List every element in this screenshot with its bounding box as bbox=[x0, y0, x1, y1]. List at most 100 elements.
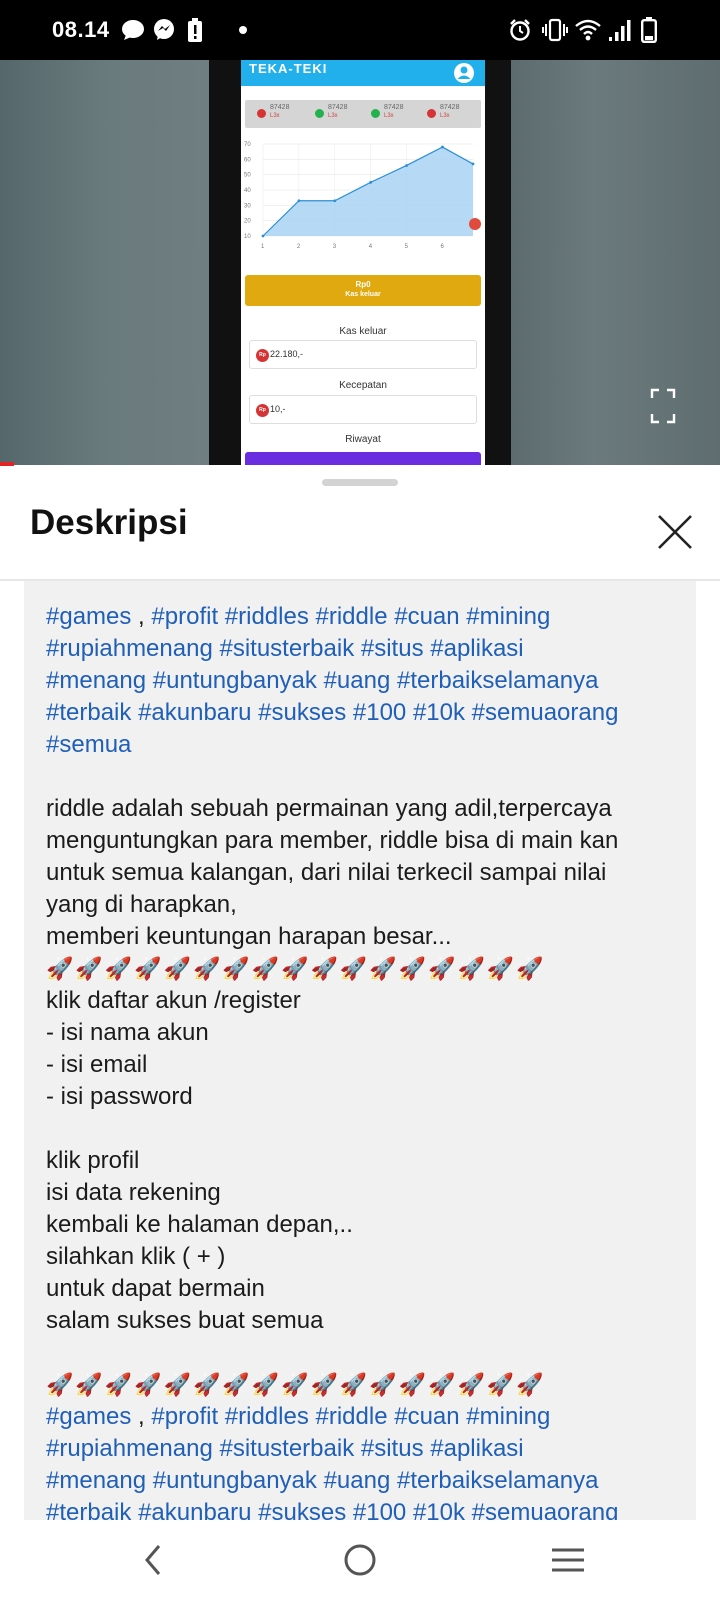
hashtag-link[interactable]: #untungbanyak bbox=[153, 667, 317, 694]
hashtag-link[interactable]: #sukses bbox=[258, 1499, 346, 1521]
hashtag-link[interactable]: #aplikasi bbox=[430, 635, 523, 662]
close-icon[interactable] bbox=[656, 513, 694, 551]
hashtag-line: #terbaik #akunbaru #sukses #100 #10k #se… bbox=[46, 1497, 686, 1521]
drag-handle[interactable] bbox=[322, 479, 398, 486]
ticker-dot bbox=[427, 109, 436, 118]
hashtag-link[interactable]: #profit bbox=[151, 1403, 218, 1430]
dot-icon bbox=[238, 18, 248, 42]
hashtag-line: #terbaik #akunbaru #sukses #100 #10k #se… bbox=[46, 697, 686, 729]
hashtag-link[interactable]: #riddles bbox=[225, 1403, 309, 1430]
separator-text bbox=[465, 699, 472, 726]
history-button[interactable] bbox=[245, 452, 481, 465]
hashtag-link[interactable]: #terbaikselamanya bbox=[397, 667, 598, 694]
hashtag-link[interactable]: #terbaik bbox=[46, 1499, 131, 1521]
hashtag-link[interactable]: #mining bbox=[466, 603, 550, 630]
separator-text bbox=[354, 635, 361, 662]
price-ticker: 87428 L3x 87428 L3x 87428 L3x 87428 L3x bbox=[245, 100, 481, 128]
battery-icon bbox=[640, 17, 658, 43]
area-fill bbox=[263, 147, 473, 236]
hashtag-line: #rupiahmenang #situsterbaik #situs #apli… bbox=[46, 1433, 686, 1465]
hashtag-link[interactable]: #aplikasi bbox=[430, 1435, 523, 1462]
hashtag-link[interactable]: #10k bbox=[413, 699, 465, 726]
hashtag-link[interactable]: #cuan bbox=[394, 1403, 459, 1430]
ticker-dot bbox=[257, 109, 266, 118]
hashtag-link[interactable]: #situsterbaik bbox=[219, 1435, 354, 1462]
video-background bbox=[510, 60, 720, 465]
hashtag-link[interactable]: #riddle bbox=[316, 1403, 388, 1430]
hashtag-link[interactable]: #sukses bbox=[258, 699, 346, 726]
messenger-icon bbox=[151, 18, 177, 42]
app-title: TEKA-TEKI bbox=[249, 61, 328, 76]
recents-icon[interactable] bbox=[546, 1540, 590, 1580]
profile-icon bbox=[453, 62, 475, 84]
hashtag-link[interactable]: #menang bbox=[46, 1467, 146, 1494]
data-point bbox=[333, 199, 337, 203]
hashtag-link[interactable]: #games bbox=[46, 1403, 131, 1430]
hashtag-link[interactable]: #profit bbox=[151, 603, 218, 630]
battery-alert-icon bbox=[186, 18, 204, 42]
hashtag-link[interactable]: #terbaikselamanya bbox=[397, 1467, 598, 1494]
ticker-value: 87428 bbox=[384, 104, 404, 111]
back-icon[interactable] bbox=[131, 1540, 175, 1580]
hashtag-link[interactable]: #riddle bbox=[316, 603, 388, 630]
hashtag-line: #semua bbox=[46, 729, 686, 761]
kecepatan-value: 10,- bbox=[270, 404, 286, 414]
data-point bbox=[405, 164, 408, 167]
ticker-dot bbox=[315, 109, 324, 118]
hashtag-link[interactable]: #menang bbox=[46, 667, 146, 694]
hashtag-link[interactable]: #100 bbox=[353, 1499, 406, 1521]
hashtag-link[interactable]: #100 bbox=[353, 699, 406, 726]
hashtag-link[interactable]: #semua bbox=[46, 731, 131, 758]
ticker-item: 87428 L3x bbox=[371, 104, 421, 124]
ticker-sub: L3x bbox=[440, 113, 450, 119]
ticker-item: 87428 L3x bbox=[427, 104, 477, 124]
hashtag-link[interactable]: #rupiahmenang bbox=[46, 635, 213, 662]
hashtag-link[interactable]: #akunbaru bbox=[138, 1499, 251, 1521]
hashtag-link[interactable]: #mining bbox=[466, 1403, 550, 1430]
hashtag-link[interactable]: #situsterbaik bbox=[219, 635, 354, 662]
description-text: #games , #profit #riddles #riddle #cuan … bbox=[46, 601, 686, 1521]
separator-text bbox=[317, 1467, 324, 1494]
x-tick-label: 4 bbox=[369, 244, 373, 250]
status-bar: 08.14 bbox=[0, 0, 720, 60]
kecepatan-field[interactable]: Rp 10,- bbox=[249, 395, 477, 424]
sheet-title: Deskripsi bbox=[30, 503, 188, 542]
home-icon[interactable] bbox=[338, 1540, 382, 1580]
separator-text: , bbox=[131, 1403, 152, 1430]
hashtag-link[interactable]: #situs bbox=[361, 635, 424, 662]
alarm-icon bbox=[508, 18, 532, 42]
description-line: - isi email bbox=[46, 1051, 148, 1078]
hashtag-link[interactable]: #semuaorang bbox=[472, 1499, 619, 1521]
wifi-icon bbox=[574, 18, 602, 42]
video-player[interactable]: TEKA-TEKI 87428 L3x 87428 L3x 87428 L3x bbox=[0, 60, 720, 465]
separator-text bbox=[390, 667, 397, 694]
hashtag-link[interactable]: #semuaorang bbox=[472, 699, 619, 726]
ticker-item: 87428 L3x bbox=[257, 104, 307, 124]
area-chart: 10 20 30 40 50 60 70 1 2 3 4 5 6 bbox=[244, 142, 481, 250]
hashtag-link[interactable]: #akunbaru bbox=[138, 699, 251, 726]
kas-keluar-field[interactable]: Rp 22.180,- bbox=[249, 340, 477, 369]
cash-out-button[interactable]: Rp0 Kas keluar bbox=[245, 275, 481, 306]
hashtag-link[interactable]: #untungbanyak bbox=[153, 1467, 317, 1494]
y-tick-label: 50 bbox=[244, 173, 251, 179]
x-tick-label: 1 bbox=[261, 244, 265, 250]
separator-text bbox=[309, 603, 316, 630]
hashtag-link[interactable]: #cuan bbox=[394, 603, 459, 630]
description-line: - isi nama akun bbox=[46, 1019, 209, 1046]
fullscreen-icon[interactable] bbox=[650, 388, 676, 424]
hashtag-link[interactable]: #10k bbox=[413, 1499, 465, 1521]
hashtag-link[interactable]: #rupiahmenang bbox=[46, 1435, 213, 1462]
y-tick-label: 40 bbox=[244, 188, 251, 194]
description-line: menguntungkan para member, riddle bisa d… bbox=[46, 827, 619, 854]
y-tick-label: 30 bbox=[244, 203, 251, 209]
hashtag-link[interactable]: #uang bbox=[324, 667, 391, 694]
hashtag-link[interactable]: #terbaik bbox=[46, 699, 131, 726]
hashtag-link[interactable]: #riddles bbox=[225, 603, 309, 630]
description-line: - isi password bbox=[46, 1083, 193, 1110]
hashtag-link[interactable]: #uang bbox=[324, 1467, 391, 1494]
hashtag-link[interactable]: #games bbox=[46, 603, 131, 630]
separator-text bbox=[390, 1467, 397, 1494]
hashtag-link[interactable]: #situs bbox=[361, 1435, 424, 1462]
x-tick-label: 5 bbox=[405, 244, 409, 250]
